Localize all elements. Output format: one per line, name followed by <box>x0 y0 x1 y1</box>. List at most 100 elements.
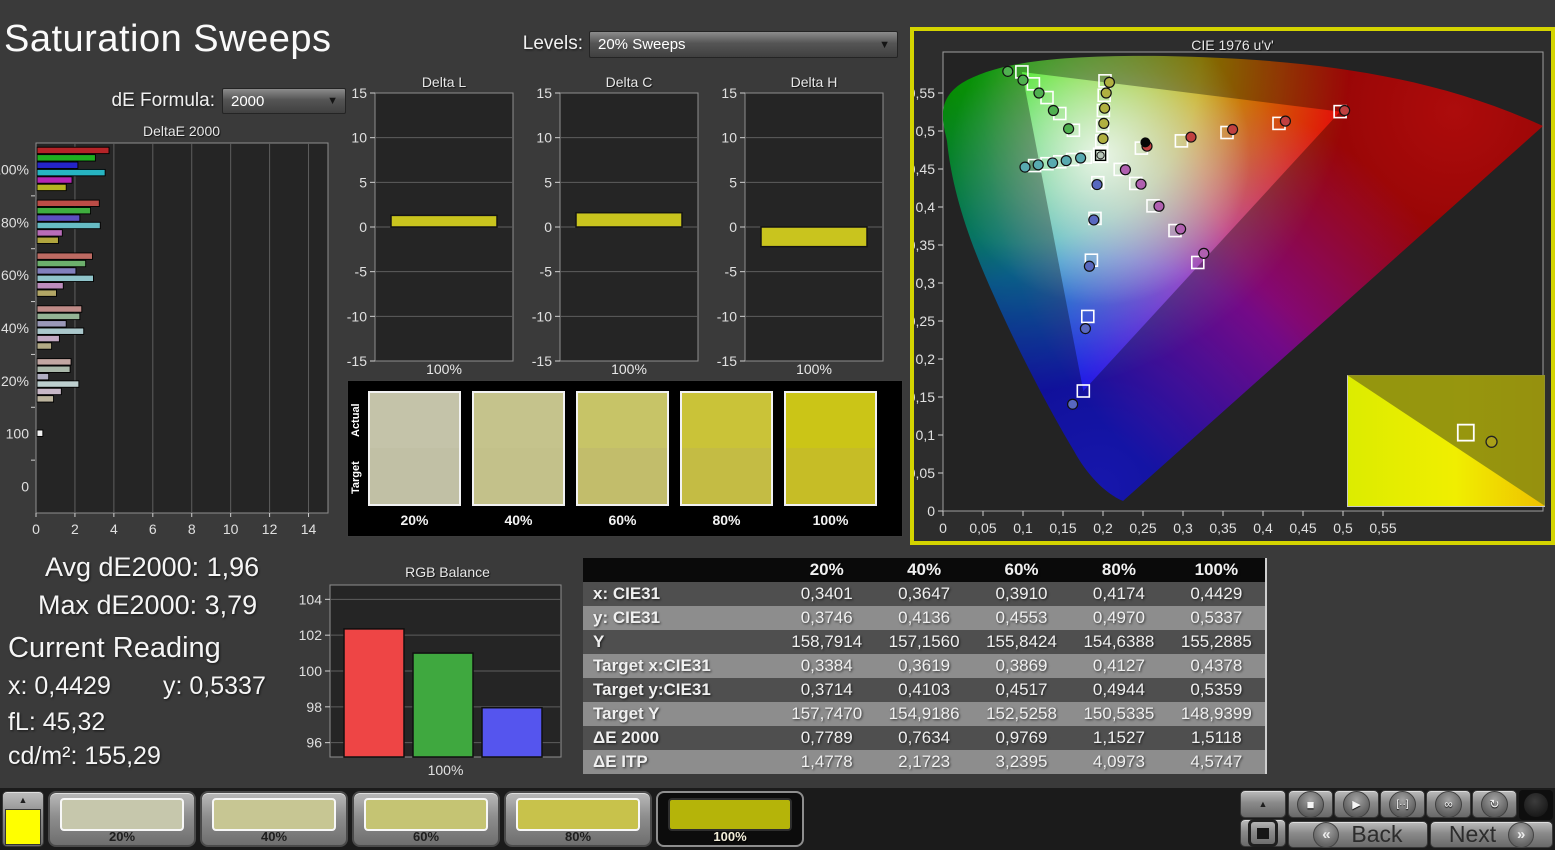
deltae-bar <box>37 328 84 334</box>
swatch-target <box>474 448 563 504</box>
svg-text:40%: 40% <box>1 320 29 336</box>
play-icon: ▶ <box>1343 791 1370 818</box>
measured-marker-magenta <box>1120 165 1130 175</box>
table-row-label: x: CIE31 <box>583 584 778 604</box>
measured-marker-red <box>1186 132 1196 142</box>
svg-text:15: 15 <box>536 85 552 101</box>
svg-text:100: 100 <box>299 663 323 679</box>
svg-text:5: 5 <box>729 174 737 190</box>
svg-text:60%: 60% <box>1 267 29 283</box>
svg-text:0,2: 0,2 <box>1093 520 1113 536</box>
swatch-percent-label: 20% <box>368 512 461 528</box>
deltae-bar <box>37 313 80 319</box>
svg-text:0,05: 0,05 <box>914 465 935 481</box>
de-formula-dropdown[interactable]: 2000 ▼ <box>222 88 346 114</box>
measured-marker-magenta <box>1176 224 1186 234</box>
deltae-bar <box>37 335 59 341</box>
delta-bar <box>761 227 867 247</box>
svg-text:0: 0 <box>21 479 29 495</box>
svg-text:0: 0 <box>359 219 367 235</box>
patch-button-80%[interactable]: 80% <box>504 791 652 847</box>
next-label: Next <box>1449 821 1496 848</box>
patch-list-collapse[interactable]: ▲ <box>2 791 44 847</box>
svg-text:98: 98 <box>306 699 322 715</box>
svg-text:100%: 100% <box>428 762 464 778</box>
table-cell: 150,5335 <box>1070 704 1167 724</box>
refresh-button[interactable]: ↻ <box>1472 790 1517 818</box>
deltae-bar <box>37 215 80 221</box>
swatch-percent-label: 40% <box>472 512 565 528</box>
back-label: Back <box>1351 821 1402 848</box>
deltae-bar <box>37 321 66 327</box>
levels-dropdown[interactable]: 20% Sweeps ▼ <box>589 31 898 58</box>
next-button[interactable]: Next » <box>1430 821 1553 848</box>
svg-text:0,2: 0,2 <box>916 351 936 367</box>
svg-text:0,5: 0,5 <box>916 123 936 139</box>
deltae-bar <box>37 253 92 259</box>
rgb-balance-chart: 1041021009896100% <box>296 579 576 779</box>
chevron-up-icon: ▲ <box>1259 799 1268 809</box>
table-header-cell: 40% <box>875 560 972 580</box>
status-lamp-icon <box>1524 793 1548 817</box>
table-cell: 0,4378 <box>1168 656 1265 676</box>
table-row: ΔE 20000,77890,76340,97691,15271,5118 <box>583 726 1265 750</box>
stop-button[interactable]: ■ <box>1288 790 1333 818</box>
deltae-bar <box>37 222 100 228</box>
measured-marker-green <box>1048 105 1058 115</box>
measured-marker-blue <box>1089 215 1099 225</box>
deltae-bar <box>37 155 95 161</box>
svg-text:4: 4 <box>110 521 118 537</box>
svg-text:0,15: 0,15 <box>914 389 935 405</box>
delta-l-caption: 100% <box>375 361 513 377</box>
transport-collapse[interactable]: ▲ <box>1240 790 1286 818</box>
page-title: Saturation Sweeps <box>4 18 331 61</box>
svg-text:10: 10 <box>721 130 737 146</box>
table-cell: 4,0973 <box>1070 752 1167 772</box>
swatch-100% <box>784 391 877 506</box>
table-cell: 0,3401 <box>778 584 875 604</box>
patch-button-60%[interactable]: 60% <box>352 791 500 847</box>
table-cell: 0,9769 <box>973 728 1070 748</box>
table-cell: 158,7914 <box>778 632 875 652</box>
table-cell: 0,5337 <box>1168 608 1265 628</box>
svg-text:0,25: 0,25 <box>1129 520 1156 536</box>
play-button[interactable]: ▶ <box>1334 790 1379 818</box>
back-button[interactable]: « Back <box>1288 821 1428 848</box>
svg-text:0: 0 <box>927 503 935 519</box>
swatch-actual <box>578 393 667 448</box>
table-cell: 1,1527 <box>1070 728 1167 748</box>
svg-text:0,15: 0,15 <box>1049 520 1076 536</box>
patch-label: 40% <box>202 829 346 844</box>
swatch-percent-label: 100% <box>784 512 877 528</box>
patch-button-20%[interactable]: 20% <box>48 791 196 847</box>
svg-text:0: 0 <box>939 520 947 536</box>
pattern-window-button[interactable] <box>1240 819 1286 847</box>
table-cell: 3,2395 <box>973 752 1070 772</box>
table-row: x: CIE310,34010,36470,39100,41740,4429 <box>583 582 1265 606</box>
svg-text:100: 100 <box>6 426 30 442</box>
current-fl: fL: 45,32 <box>8 708 105 737</box>
swatch-20% <box>368 391 461 506</box>
deltae-bar <box>37 207 91 213</box>
svg-text:100%: 100% <box>0 161 29 177</box>
bottom-bar: ▲ 20% 40% 60%80%100% ▲ ■ ▶ [··]∞↻ « Back Nex… <box>0 788 1555 850</box>
svg-text:14: 14 <box>301 521 317 537</box>
patch-button-40%[interactable]: 40% <box>200 791 348 847</box>
measured-marker-yellow <box>1101 88 1111 98</box>
deltae-bar <box>37 169 105 175</box>
deltae-bar <box>37 381 79 387</box>
patch-color <box>516 798 640 831</box>
deltae-bar <box>37 177 72 183</box>
svg-text:12: 12 <box>262 521 278 537</box>
measured-marker-cyan <box>1048 158 1058 168</box>
svg-text:-15: -15 <box>532 353 552 369</box>
max-de2000: Max dE2000: 3,79 <box>38 590 257 621</box>
current-reading-heading: Current Reading <box>8 632 221 665</box>
patch-button-100%[interactable]: 100% <box>656 791 804 847</box>
table-cell: 0,4429 <box>1168 584 1265 604</box>
table-header-cell: 100% <box>1168 560 1265 580</box>
app-window: Saturation Sweeps dE Formula: 2000 ▼ Lev… <box>0 0 1555 850</box>
measure-series-button[interactable]: [··] <box>1380 790 1425 818</box>
continuous-button[interactable]: ∞ <box>1426 790 1471 818</box>
svg-text:15: 15 <box>351 85 367 101</box>
